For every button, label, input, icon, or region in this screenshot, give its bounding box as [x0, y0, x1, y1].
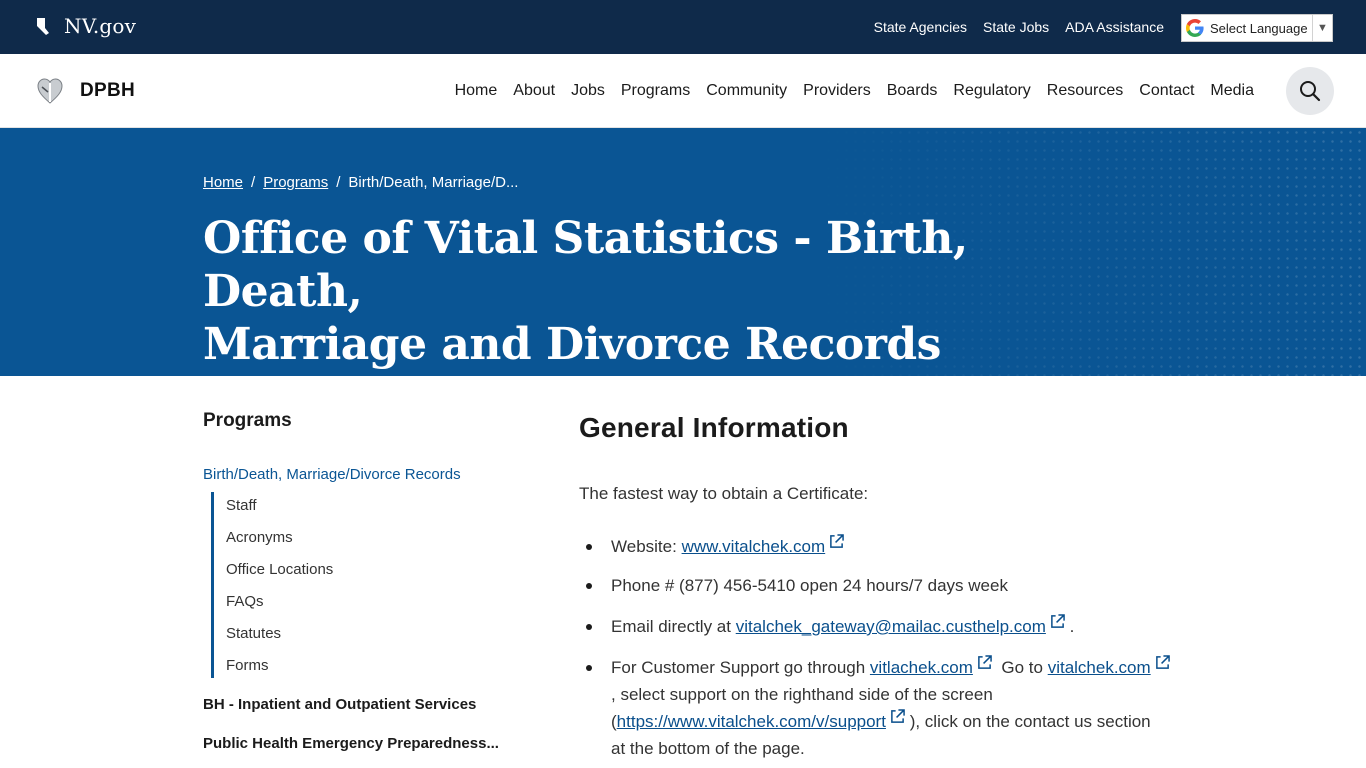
ada-assistance-link[interactable]: ADA Assistance	[1065, 19, 1164, 35]
sidebar-subitem-statutes[interactable]: Statutes	[226, 625, 281, 642]
nav-programs[interactable]: Programs	[621, 82, 690, 100]
breadcrumb-separator: /	[336, 174, 341, 191]
nv-gov-text: NV.gov	[64, 14, 137, 38]
state-jobs-link[interactable]: State Jobs	[983, 19, 1049, 35]
search-button[interactable]	[1286, 67, 1334, 115]
sidebar-subitem-faqs[interactable]: FAQs	[226, 593, 264, 610]
search-icon	[1300, 81, 1321, 102]
nav-resources[interactable]: Resources	[1047, 82, 1123, 100]
nav-regulatory[interactable]: Regulatory	[953, 82, 1030, 100]
top-utility-bar: NV.gov State Agencies State Jobs ADA Ass…	[0, 0, 1366, 54]
nevada-state-icon	[37, 18, 49, 35]
select-language-label: Select Language	[1210, 20, 1308, 36]
language-select[interactable]: Select Language ▼	[1181, 14, 1333, 42]
list-item-customer-support: For Customer Support go through vitlache…	[586, 654, 1231, 762]
google-g-icon	[1186, 19, 1204, 37]
nv-gov-logo[interactable]: NV.gov	[36, 14, 136, 38]
main-navbar: DPBH Home About Jobs Programs Community …	[0, 54, 1366, 128]
breadcrumb-separator: /	[251, 174, 256, 191]
breadcrumb-home[interactable]: Home	[203, 174, 243, 191]
dpbh-brand[interactable]: DPBH	[36, 76, 135, 106]
section-heading: General Information	[579, 412, 849, 443]
list-item-phone: Phone # (877) 456-5410 open 24 hours/7 d…	[586, 572, 1231, 599]
page-title: Office of Vital Statistics - Birth, Deat…	[203, 212, 1103, 371]
utility-links: State Agencies State Jobs ADA Assistance	[874, 0, 1164, 54]
dropdown-caret-icon: ▼	[1312, 15, 1332, 41]
nav-providers[interactable]: Providers	[803, 82, 871, 100]
sidebar-subitem-staff[interactable]: Staff	[226, 497, 257, 514]
vitalchek-website-link[interactable]: www.vitalchek.com	[682, 537, 826, 556]
sidebar-item-bh-services[interactable]: BH - Inpatient and Outpatient Services	[203, 696, 476, 713]
support-prefix: For Customer Support go through	[611, 658, 866, 677]
state-agencies-link[interactable]: State Agencies	[874, 19, 967, 35]
external-link-icon	[1051, 614, 1065, 628]
vitalchek-link[interactable]: vitalchek.com	[1048, 658, 1151, 677]
page-hero: Home / Programs / Birth/Death, Marriage/…	[0, 128, 1366, 376]
sidebar-item-emergency-preparedness[interactable]: Public Health Emergency Preparedness...	[203, 735, 499, 752]
dpbh-heart-logo-icon	[37, 78, 63, 104]
support-line-4: at the bottom of the page.	[611, 739, 805, 758]
phone-text: Phone # (877) 456-5410 open 24 hours/7 d…	[611, 576, 1008, 595]
sidebar-subitem-acronyms[interactable]: Acronyms	[226, 529, 293, 546]
nav-jobs[interactable]: Jobs	[571, 82, 605, 100]
breadcrumb-programs[interactable]: Programs	[263, 174, 328, 191]
nav-community[interactable]: Community	[706, 82, 787, 100]
external-link-icon	[830, 534, 844, 548]
vitalchek-support-link[interactable]: https://www.vitalchek.com/v/support	[617, 712, 886, 731]
sidebar-item-birth-death-records[interactable]: Birth/Death, Marriage/Divorce Records	[203, 466, 461, 483]
email-suffix: .	[1069, 617, 1075, 636]
page-title-line-2: Marriage and Divorce Records	[203, 319, 941, 370]
support-line-2: , select support on the righthand side o…	[611, 685, 993, 704]
vitalchek-email-link[interactable]: vitalchek_gateway@mailac.custhelp.com	[736, 617, 1046, 636]
nav-media[interactable]: Media	[1210, 82, 1254, 100]
sidebar-subitem-office-locations[interactable]: Office Locations	[226, 561, 333, 578]
email-prefix: Email directly at	[611, 617, 731, 636]
dpbh-brand-text: DPBH	[80, 80, 136, 101]
sidebar-subnav: Staff Acronyms Office Locations FAQs Sta…	[211, 492, 511, 678]
nav-home[interactable]: Home	[455, 82, 498, 100]
vitlachek-link[interactable]: vitlachek.com	[870, 658, 973, 677]
list-item-website: Website: www.vitalchek.com	[586, 533, 1231, 560]
programs-sidebar: Programs Birth/Death, Marriage/Divorce R…	[203, 410, 543, 752]
external-link-icon	[891, 709, 905, 723]
nav-about[interactable]: About	[513, 82, 555, 100]
breadcrumb-current: Birth/Death, Marriage/D...	[348, 174, 519, 191]
support-goto: Go to	[1001, 658, 1043, 677]
nav-boards[interactable]: Boards	[887, 82, 938, 100]
sidebar-heading: Programs	[203, 410, 292, 431]
primary-navigation: Home About Jobs Programs Community Provi…	[455, 54, 1254, 128]
external-link-icon	[1155, 655, 1170, 669]
nav-contact[interactable]: Contact	[1139, 82, 1194, 100]
website-prefix: Website:	[611, 537, 677, 556]
sidebar-subitem-forms[interactable]: Forms	[226, 657, 269, 674]
intro-text: The fastest way to obtain a Certificate:	[579, 484, 869, 503]
support-line-3: ), click on the contact us section	[909, 712, 1151, 731]
external-link-icon	[978, 655, 992, 669]
list-item-email: Email directly at vitalchek_gateway@mail…	[586, 613, 1231, 640]
page-title-line-1: Office of Vital Statistics - Birth, Deat…	[203, 213, 968, 317]
breadcrumb: Home / Programs / Birth/Death, Marriage/…	[203, 174, 518, 191]
